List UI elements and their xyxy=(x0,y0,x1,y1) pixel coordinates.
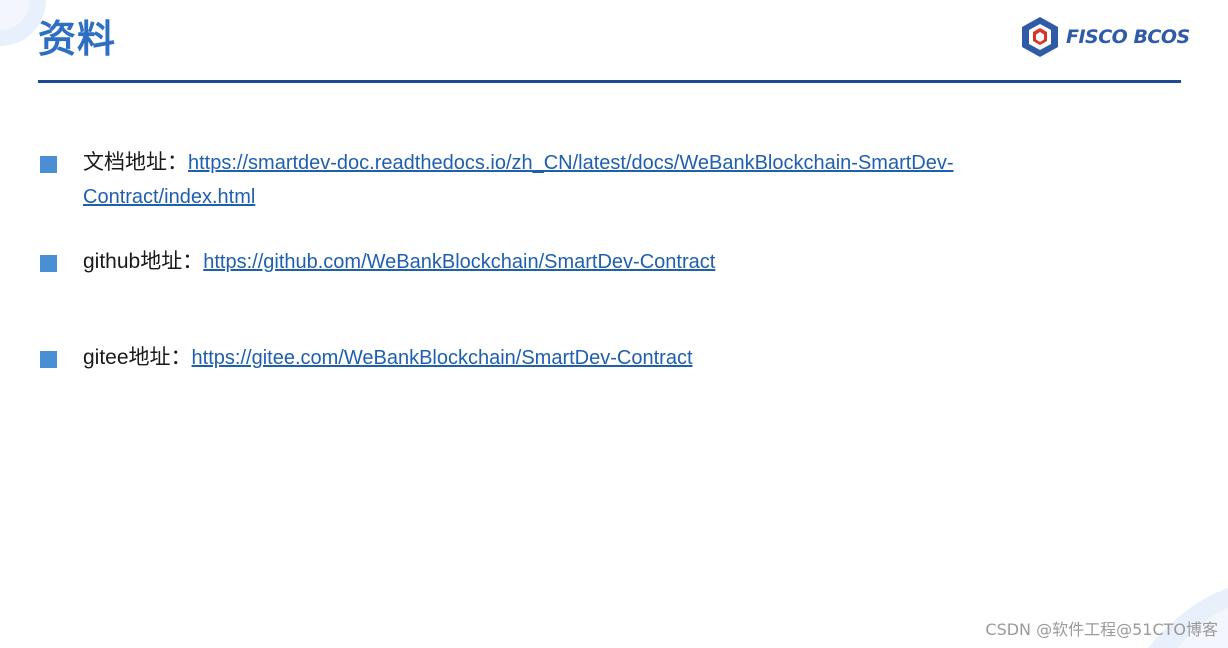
page-title: 资料 xyxy=(38,19,117,61)
bullet-square-icon xyxy=(40,351,57,368)
list-item-github: github地址：https://github.com/WeBankBlockc… xyxy=(40,245,1120,279)
title-divider xyxy=(38,80,1181,83)
fisco-bcos-logo: FISCO BCOS xyxy=(1020,14,1190,60)
list-item-docs: 文档地址：https://smartdev-doc.readthedocs.io… xyxy=(40,146,1120,214)
gitee-label: gitee地址： xyxy=(83,346,192,369)
bullet-body: 文档地址：https://smartdev-doc.readthedocs.io… xyxy=(83,146,1120,214)
bullet-square-icon xyxy=(40,255,57,272)
list-item-gitee: gitee地址：https://gitee.com/WeBankBlockcha… xyxy=(40,341,1120,375)
gitee-link[interactable]: https://gitee.com/WeBankBlockchain/Smart… xyxy=(192,347,693,369)
logo-mark-icon xyxy=(1022,17,1058,57)
bullet-body: github地址：https://github.com/WeBankBlockc… xyxy=(83,245,1120,279)
bullet-body: gitee地址：https://gitee.com/WeBankBlockcha… xyxy=(83,341,1120,375)
bullet-square-icon xyxy=(40,156,57,173)
watermark-text: CSDN @软件工程@51CTO博客 xyxy=(985,620,1218,639)
slide: 资料 FISCO BCOS 文档地址：https://smartdev-doc.… xyxy=(0,0,1228,648)
github-label: github地址： xyxy=(83,250,204,273)
github-link[interactable]: https://github.com/WeBankBlockchain/Smar… xyxy=(203,251,715,273)
logo-text: FISCO BCOS xyxy=(1066,26,1190,48)
docs-label: 文档地址： xyxy=(83,151,188,174)
docs-link[interactable]: https://smartdev-doc.readthedocs.io/zh_C… xyxy=(83,152,954,208)
